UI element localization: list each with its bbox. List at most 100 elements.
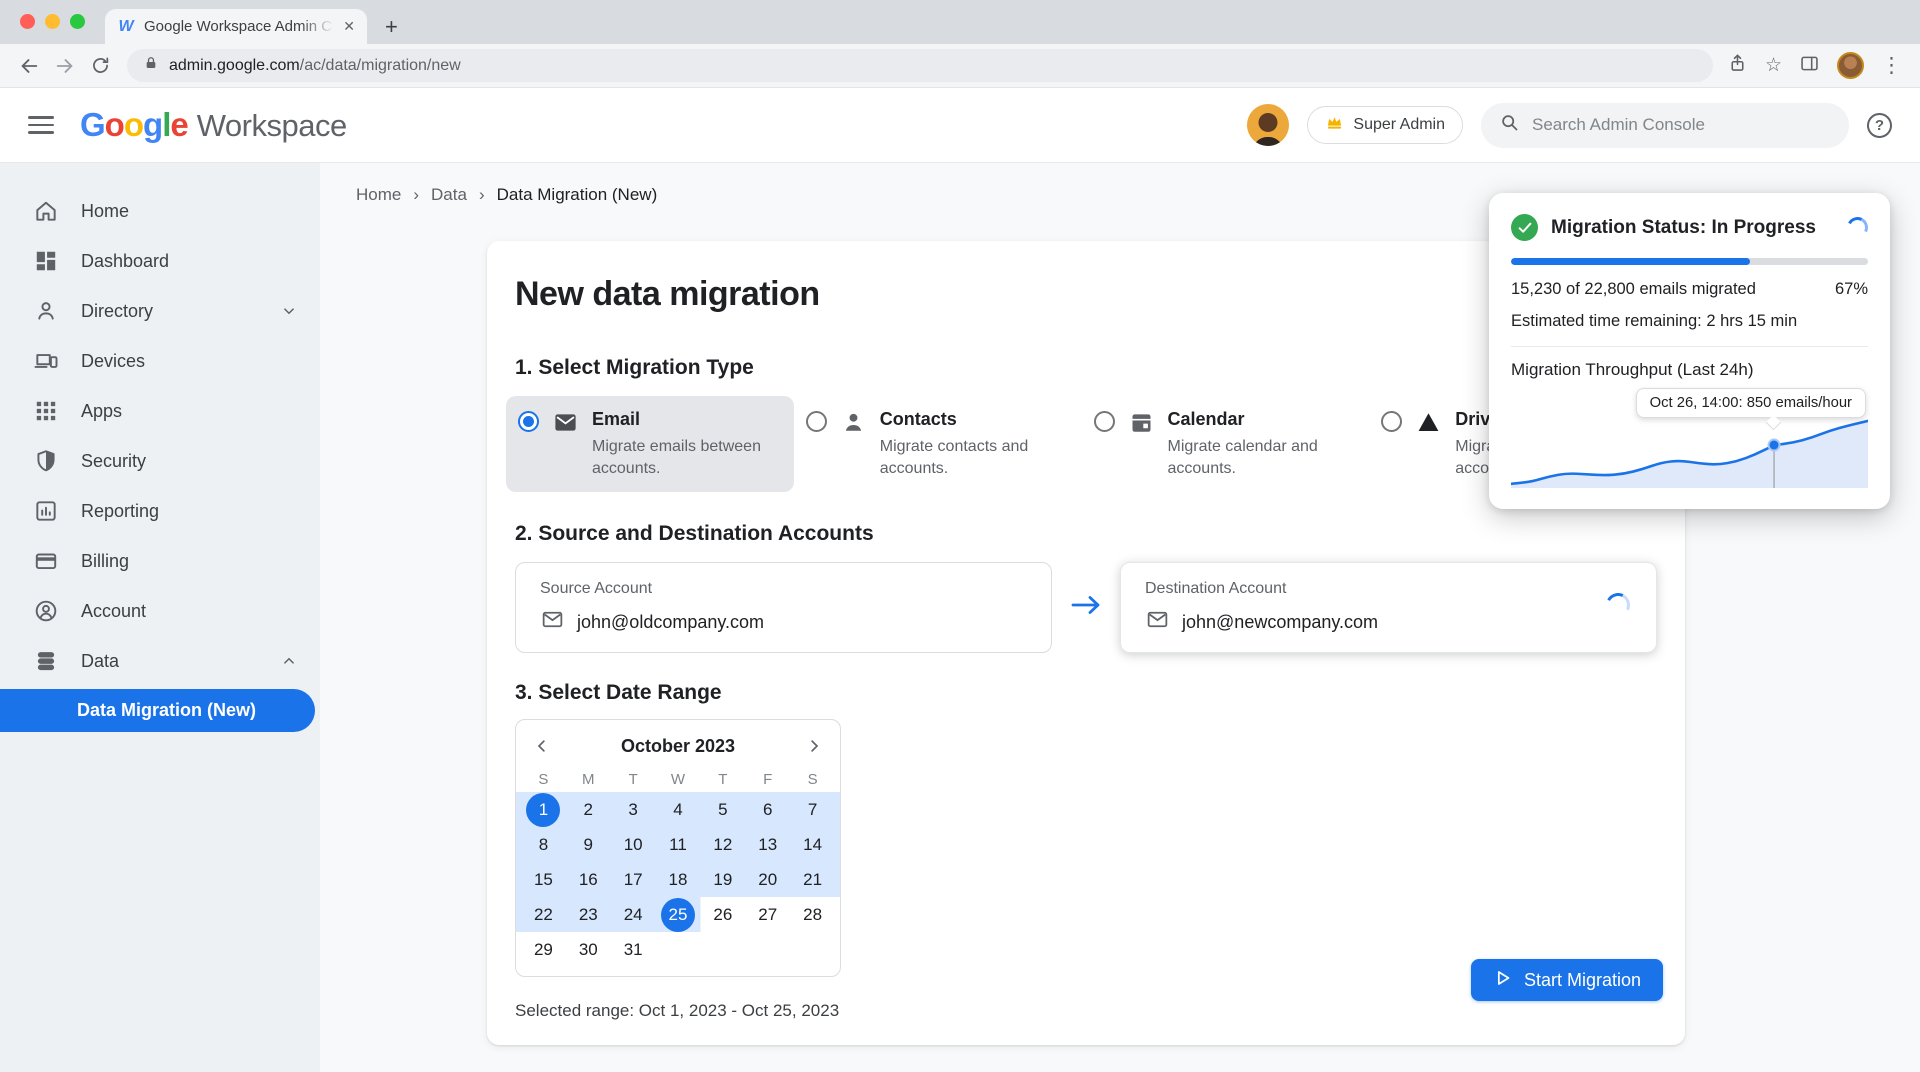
- calendar-day-29[interactable]: 29: [521, 932, 566, 967]
- lock-icon: [143, 55, 159, 76]
- calendar-day-empty: [656, 932, 701, 967]
- calendar-day-21[interactable]: 21: [790, 862, 835, 897]
- calendar-day-9[interactable]: 9: [566, 827, 611, 862]
- calendar-day-27[interactable]: 27: [745, 897, 790, 932]
- calendar-day-31[interactable]: 31: [611, 932, 656, 967]
- calendar-day-18[interactable]: 18: [656, 862, 701, 897]
- calendar-day-23[interactable]: 23: [566, 897, 611, 932]
- calendar-week-row: 15161718192021: [516, 862, 840, 897]
- calendar-next-icon[interactable]: [803, 735, 825, 757]
- sidebar-item-security[interactable]: Security: [0, 436, 320, 486]
- radio-email[interactable]: [518, 411, 539, 432]
- calendar-day-22[interactable]: 22: [521, 897, 566, 932]
- migration-type-description: Migrate emails between accounts.: [592, 436, 782, 479]
- url-bar[interactable]: admin.google.com/ac/data/migration/new: [127, 49, 1713, 82]
- sidebar-item-data[interactable]: Data: [0, 636, 320, 686]
- side-panel-icon[interactable]: [1799, 53, 1820, 79]
- calendar-day-3[interactable]: 3: [611, 792, 656, 827]
- sidebar-item-directory[interactable]: Directory: [0, 286, 320, 336]
- calendar-day-19[interactable]: 19: [700, 862, 745, 897]
- calendar-day-7[interactable]: 7: [790, 792, 835, 827]
- sidebar-item-account[interactable]: Account: [0, 586, 320, 636]
- calendar-day-17[interactable]: 17: [611, 862, 656, 897]
- source-account-card[interactable]: Source Account john@oldcompany.com: [515, 562, 1052, 653]
- user-avatar[interactable]: [1247, 104, 1289, 146]
- radio-calendar[interactable]: [1094, 411, 1115, 432]
- back-button[interactable]: [18, 55, 40, 77]
- calendar-dow-label: F: [745, 771, 790, 788]
- devices-icon: [33, 348, 59, 374]
- breadcrumb: Home›Data›Data Migration (New): [356, 185, 657, 205]
- calendar-day-8[interactable]: 8: [521, 827, 566, 862]
- drive-icon: [1415, 409, 1442, 436]
- chevron-up-icon: [280, 652, 298, 670]
- page-title: New data migration: [515, 275, 1657, 314]
- calendar-day-empty: [700, 932, 745, 967]
- sidebar-item-reporting[interactable]: Reporting: [0, 486, 320, 536]
- calendar-day-25[interactable]: 25: [656, 897, 701, 932]
- migration-type-contacts[interactable]: ContactsMigrate contacts and accounts.: [794, 396, 1082, 492]
- sidebar-item-apps[interactable]: Apps: [0, 386, 320, 436]
- calendar-day-24[interactable]: 24: [611, 897, 656, 932]
- breadcrumb-data[interactable]: Data: [431, 185, 467, 205]
- zoom-window-button[interactable]: [70, 14, 85, 29]
- search-input[interactable]: [1532, 115, 1831, 135]
- calendar-day-11[interactable]: 11: [656, 827, 701, 862]
- calendar-day-12[interactable]: 12: [700, 827, 745, 862]
- calendar-day-16[interactable]: 16: [566, 862, 611, 897]
- arrow-right-icon: [1067, 587, 1105, 628]
- sidebar-item-data-migration-new[interactable]: Data Migration (New): [0, 689, 315, 732]
- eta-text: Estimated time remaining: 2 hrs 15 min: [1511, 312, 1868, 331]
- sidebar-item-label: Account: [81, 601, 298, 622]
- calendar-day-empty: [790, 932, 835, 967]
- start-migration-button[interactable]: Start Migration: [1471, 959, 1663, 1001]
- sidebar-item-devices[interactable]: Devices: [0, 336, 320, 386]
- calendar-day-5[interactable]: 5: [700, 792, 745, 827]
- migration-type-email[interactable]: Email Migrate emails between accounts.: [506, 396, 794, 492]
- calendar-day-14[interactable]: 14: [790, 827, 835, 862]
- calendar-week-row: 891011121314: [516, 827, 840, 862]
- destination-account-card[interactable]: Destination Account john@newcompany.com: [1120, 562, 1657, 653]
- migration-type-label: Email: [592, 409, 782, 430]
- progress-bar-fill: [1511, 258, 1750, 265]
- calendar-dow-label: M: [566, 771, 611, 788]
- tab-close-icon[interactable]: ✕: [343, 18, 355, 35]
- calendar-day-4[interactable]: 4: [656, 792, 701, 827]
- admin-search[interactable]: [1481, 103, 1849, 148]
- calendar-day-6[interactable]: 6: [745, 792, 790, 827]
- radio-drive[interactable]: [1381, 411, 1402, 432]
- calendar-prev-icon[interactable]: [531, 735, 553, 757]
- browser-tab[interactable]: W Google Workspace Admin C ✕: [105, 9, 367, 44]
- sidebar-item-home[interactable]: Home: [0, 186, 320, 236]
- main-menu-icon[interactable]: [28, 116, 54, 134]
- new-tab-button[interactable]: +: [385, 16, 398, 38]
- migration-type-options: Email Migrate emails between accounts. Con…: [506, 396, 1657, 492]
- sidebar-item-dashboard[interactable]: Dashboard: [0, 236, 320, 286]
- calendar-day-30[interactable]: 30: [566, 932, 611, 967]
- tab-title: Google Workspace Admin C: [144, 18, 334, 35]
- browser-menu-icon[interactable]: ⋮: [1881, 56, 1902, 76]
- calendar-day-1[interactable]: 1: [521, 792, 566, 827]
- radio-contacts[interactable]: [806, 411, 827, 432]
- window-controls[interactable]: [20, 14, 85, 29]
- help-icon[interactable]: ?: [1867, 113, 1892, 138]
- sidebar-item-billing[interactable]: Billing: [0, 536, 320, 586]
- calendar-day-13[interactable]: 13: [745, 827, 790, 862]
- share-icon[interactable]: [1727, 53, 1748, 79]
- browser-profile-avatar[interactable]: [1837, 52, 1864, 79]
- reload-button[interactable]: [90, 55, 111, 76]
- forward-button[interactable]: [54, 55, 76, 77]
- calendar-day-28[interactable]: 28: [790, 897, 835, 932]
- calendar-icon: [1128, 409, 1155, 436]
- breadcrumb-home[interactable]: Home: [356, 185, 401, 205]
- calendar-day-10[interactable]: 10: [611, 827, 656, 862]
- minimize-window-button[interactable]: [45, 14, 60, 29]
- close-window-button[interactable]: [20, 14, 35, 29]
- bookmark-star-icon[interactable]: ☆: [1765, 56, 1782, 76]
- calendar-day-15[interactable]: 15: [521, 862, 566, 897]
- start-migration-label: Start Migration: [1524, 970, 1641, 991]
- migration-type-calendar[interactable]: CalendarMigrate calendar and accounts.: [1082, 396, 1370, 492]
- calendar-day-20[interactable]: 20: [745, 862, 790, 897]
- calendar-day-26[interactable]: 26: [700, 897, 745, 932]
- calendar-day-2[interactable]: 2: [566, 792, 611, 827]
